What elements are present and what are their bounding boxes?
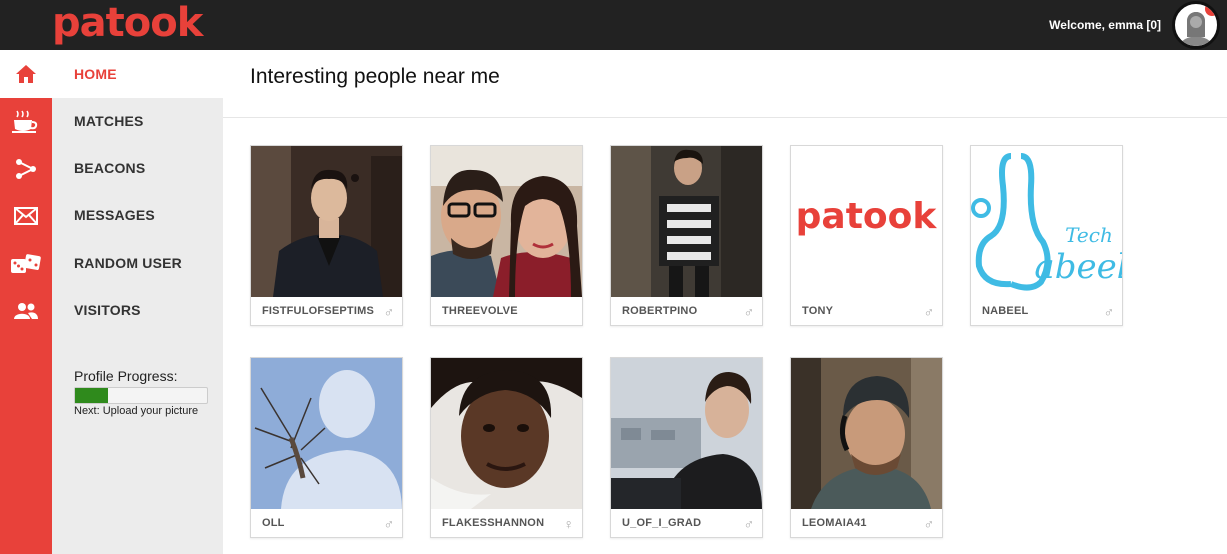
- user-avatar[interactable]: [1172, 1, 1220, 49]
- tech-logo-script: abeel: [1034, 247, 1122, 287]
- male-icon: ♂: [923, 516, 935, 532]
- profile-photo[interactable]: Tech abeel: [971, 146, 1122, 297]
- sidebar-item-random-user[interactable]: RANDOM USER: [74, 255, 182, 271]
- sidebar-item-home[interactable]: HOME: [52, 50, 223, 98]
- mail-icon[interactable]: [0, 192, 52, 239]
- male-icon: ♂: [383, 304, 395, 320]
- username[interactable]: FISTFULOFSEPTIMS: [262, 305, 374, 317]
- patook-logo-image: patook: [796, 196, 938, 237]
- profile-progress-next[interactable]: Next: Upload your picture: [74, 405, 198, 417]
- coffee-icon[interactable]: [0, 98, 52, 145]
- top-bar: patook Welcome, emma [0]: [0, 0, 1227, 50]
- person-card[interactable]: OLL ♂: [250, 357, 403, 538]
- users-icon[interactable]: [0, 287, 52, 334]
- sidebar-item-messages[interactable]: MESSAGES: [74, 207, 155, 223]
- username[interactable]: LEOMAIA41: [802, 517, 867, 529]
- home-icon[interactable]: [0, 50, 52, 98]
- username[interactable]: U_OF_I_GRAD: [622, 517, 701, 529]
- profile-photo[interactable]: [431, 146, 582, 297]
- female-icon: ♀: [563, 516, 575, 532]
- welcome-text[interactable]: Welcome, emma [0]: [1049, 18, 1161, 32]
- person-card[interactable]: Tech abeel NABEEL ♂: [970, 145, 1123, 326]
- sidebar-item-label: HOME: [74, 66, 117, 82]
- person-card[interactable]: FLAKESSHANNON ♀: [430, 357, 583, 538]
- profile-photo[interactable]: [611, 146, 762, 297]
- profile-photo[interactable]: patook: [791, 146, 942, 297]
- profile-photo[interactable]: [431, 358, 582, 509]
- tech-logo-text: Tech: [1065, 223, 1113, 247]
- username[interactable]: ROBERTPINO: [622, 305, 697, 317]
- person-card[interactable]: THREEVOLVE: [430, 145, 583, 326]
- username[interactable]: FLAKESSHANNON: [442, 517, 544, 529]
- sidebar-item-beacons[interactable]: BEACONS: [74, 160, 145, 176]
- dice-icon[interactable]: [0, 240, 52, 287]
- male-icon: ♂: [383, 516, 395, 532]
- profile-progress-bar: [74, 387, 208, 404]
- username[interactable]: NABEEL: [982, 305, 1028, 317]
- username[interactable]: TONY: [802, 305, 833, 317]
- sidebar-item-visitors[interactable]: VISITORS: [74, 302, 141, 318]
- username[interactable]: THREEVOLVE: [442, 305, 518, 317]
- profile-photo[interactable]: [251, 146, 402, 297]
- share-icon[interactable]: [0, 145, 52, 192]
- male-icon: ♂: [743, 516, 755, 532]
- profile-progress-label: Profile Progress:: [74, 368, 178, 384]
- person-card[interactable]: FISTFULOFSEPTIMS ♂: [250, 145, 403, 326]
- page-title: Interesting people near me: [250, 65, 500, 88]
- male-icon: ♂: [1103, 304, 1115, 320]
- profile-photo[interactable]: [611, 358, 762, 509]
- person-card[interactable]: LEOMAIA41 ♂: [790, 357, 943, 538]
- profile-photo[interactable]: [251, 358, 402, 509]
- sidebar-item-matches[interactable]: MATCHES: [74, 113, 144, 129]
- profile-photo[interactable]: [791, 358, 942, 509]
- patook-logo[interactable]: patook: [52, 1, 203, 45]
- person-card[interactable]: patook TONY ♂: [790, 145, 943, 326]
- person-card[interactable]: U_OF_I_GRAD ♂: [610, 357, 763, 538]
- divider: [223, 117, 1227, 118]
- notification-dot: [1205, 4, 1217, 16]
- icon-rail: [0, 50, 52, 554]
- sidebar-nav: HOME MATCHES BEACONS MESSAGES RANDOM USE…: [52, 50, 223, 554]
- profile-progress-fill: [75, 388, 108, 403]
- male-icon: ♂: [743, 304, 755, 320]
- person-card[interactable]: ROBERTPINO ♂: [610, 145, 763, 326]
- male-icon: ♂: [923, 304, 935, 320]
- username[interactable]: OLL: [262, 517, 285, 529]
